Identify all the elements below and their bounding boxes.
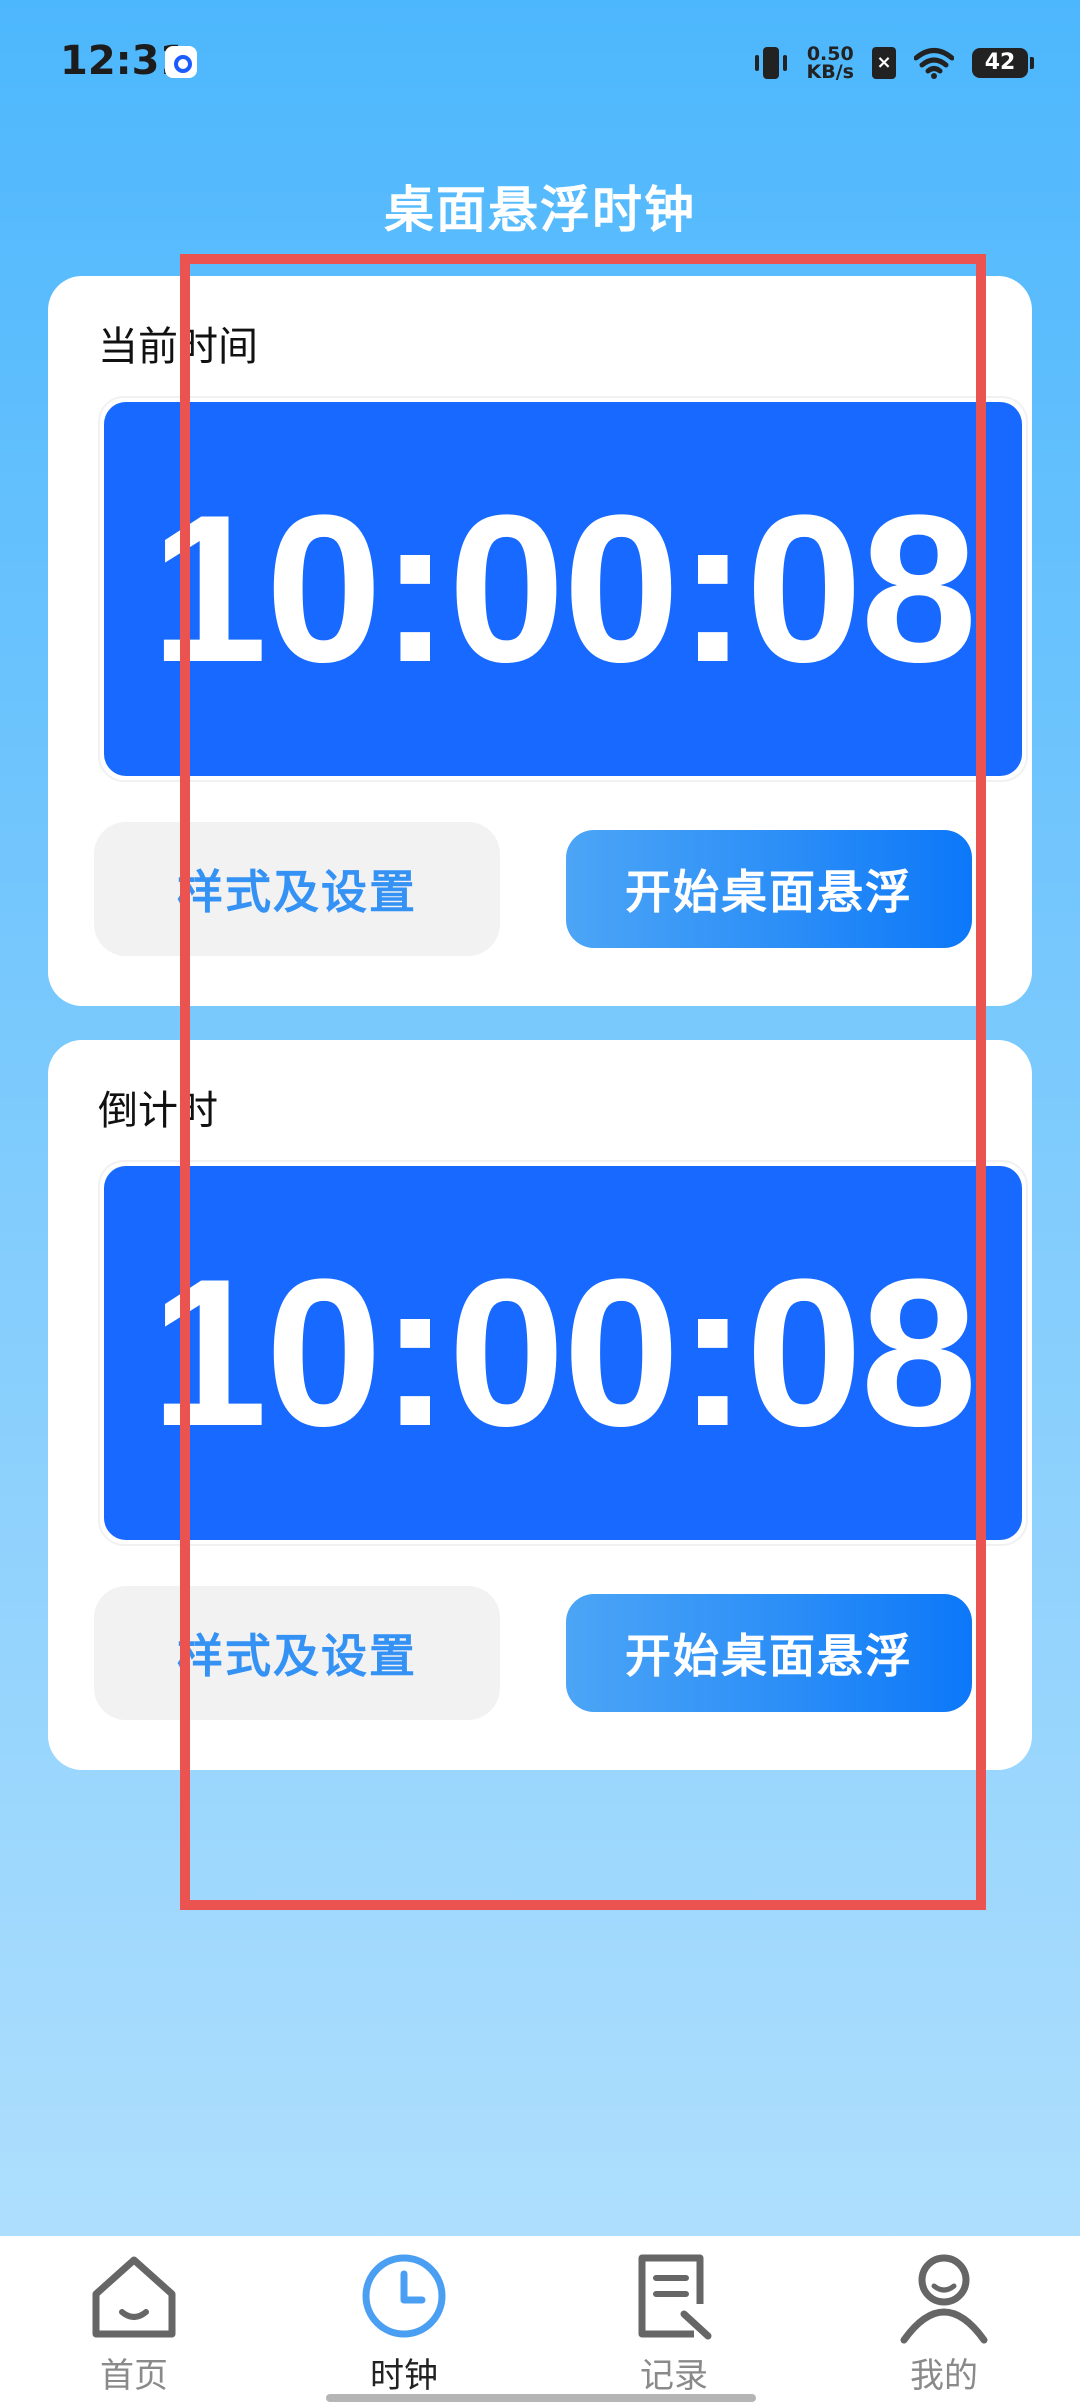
current-style-settings-button[interactable]: 样式及设置 [94, 822, 500, 956]
countdown-style-settings-button[interactable]: 样式及设置 [94, 1586, 500, 1720]
status-bar: 12:31 0.50 KB/s × 42 [0, 0, 1080, 120]
sim-icon: × [872, 47, 896, 79]
wifi-icon [914, 48, 954, 79]
tab-record[interactable]: 记录 [574, 2248, 774, 2398]
tab-home-label: 首页 [100, 2356, 168, 2396]
tab-clock[interactable]: 时钟 [304, 2248, 504, 2398]
page-title: 桌面悬浮时钟 [384, 181, 696, 239]
countdown-clock-frame: 10:00:08 [98, 1160, 1028, 1546]
countdown-display: 10:00:08 [104, 1166, 1022, 1540]
tab-mine-label: 我的 [910, 2356, 978, 2396]
profile-icon [900, 2254, 988, 2344]
battery-indicator: 42 [972, 48, 1034, 78]
tab-record-label: 记录 [640, 2356, 708, 2396]
home-indicator[interactable] [326, 2394, 756, 2402]
current-time-card: 当前时间 10:00:08 样式及设置 开始桌面悬浮 [48, 276, 1032, 1006]
current-time-clock-frame: 10:00:08 [98, 396, 1028, 782]
app-notification-icon [165, 46, 197, 78]
tab-mine[interactable]: 我的 [844, 2248, 1044, 2398]
current-start-float-button[interactable]: 开始桌面悬浮 [566, 830, 972, 948]
current-time-display: 10:00:08 [104, 402, 1022, 776]
tab-home[interactable]: 首页 [34, 2248, 234, 2398]
countdown-card: 倒计时 10:00:08 样式及设置 开始桌面悬浮 [48, 1040, 1032, 1770]
home-icon [92, 2256, 176, 2338]
network-speed-unit: KB/s [806, 61, 854, 83]
vibrate-icon [753, 45, 789, 81]
clock-icon [362, 2254, 446, 2338]
record-icon [638, 2254, 712, 2340]
current-time-label: 当前时间 [98, 324, 258, 370]
status-icons: 0.50 KB/s × 42 [753, 36, 1034, 90]
countdown-label: 倒计时 [98, 1088, 218, 1134]
current-time-value: 10:00:08 [150, 471, 978, 706]
countdown-start-float-button[interactable]: 开始桌面悬浮 [566, 1594, 972, 1712]
tab-clock-label: 时钟 [370, 2356, 438, 2396]
bottom-tab-bar: 首页 时钟 记录 我的 [0, 2236, 1080, 2408]
countdown-value: 10:00:08 [150, 1235, 978, 1470]
network-speed: 0.50 KB/s [806, 45, 854, 83]
